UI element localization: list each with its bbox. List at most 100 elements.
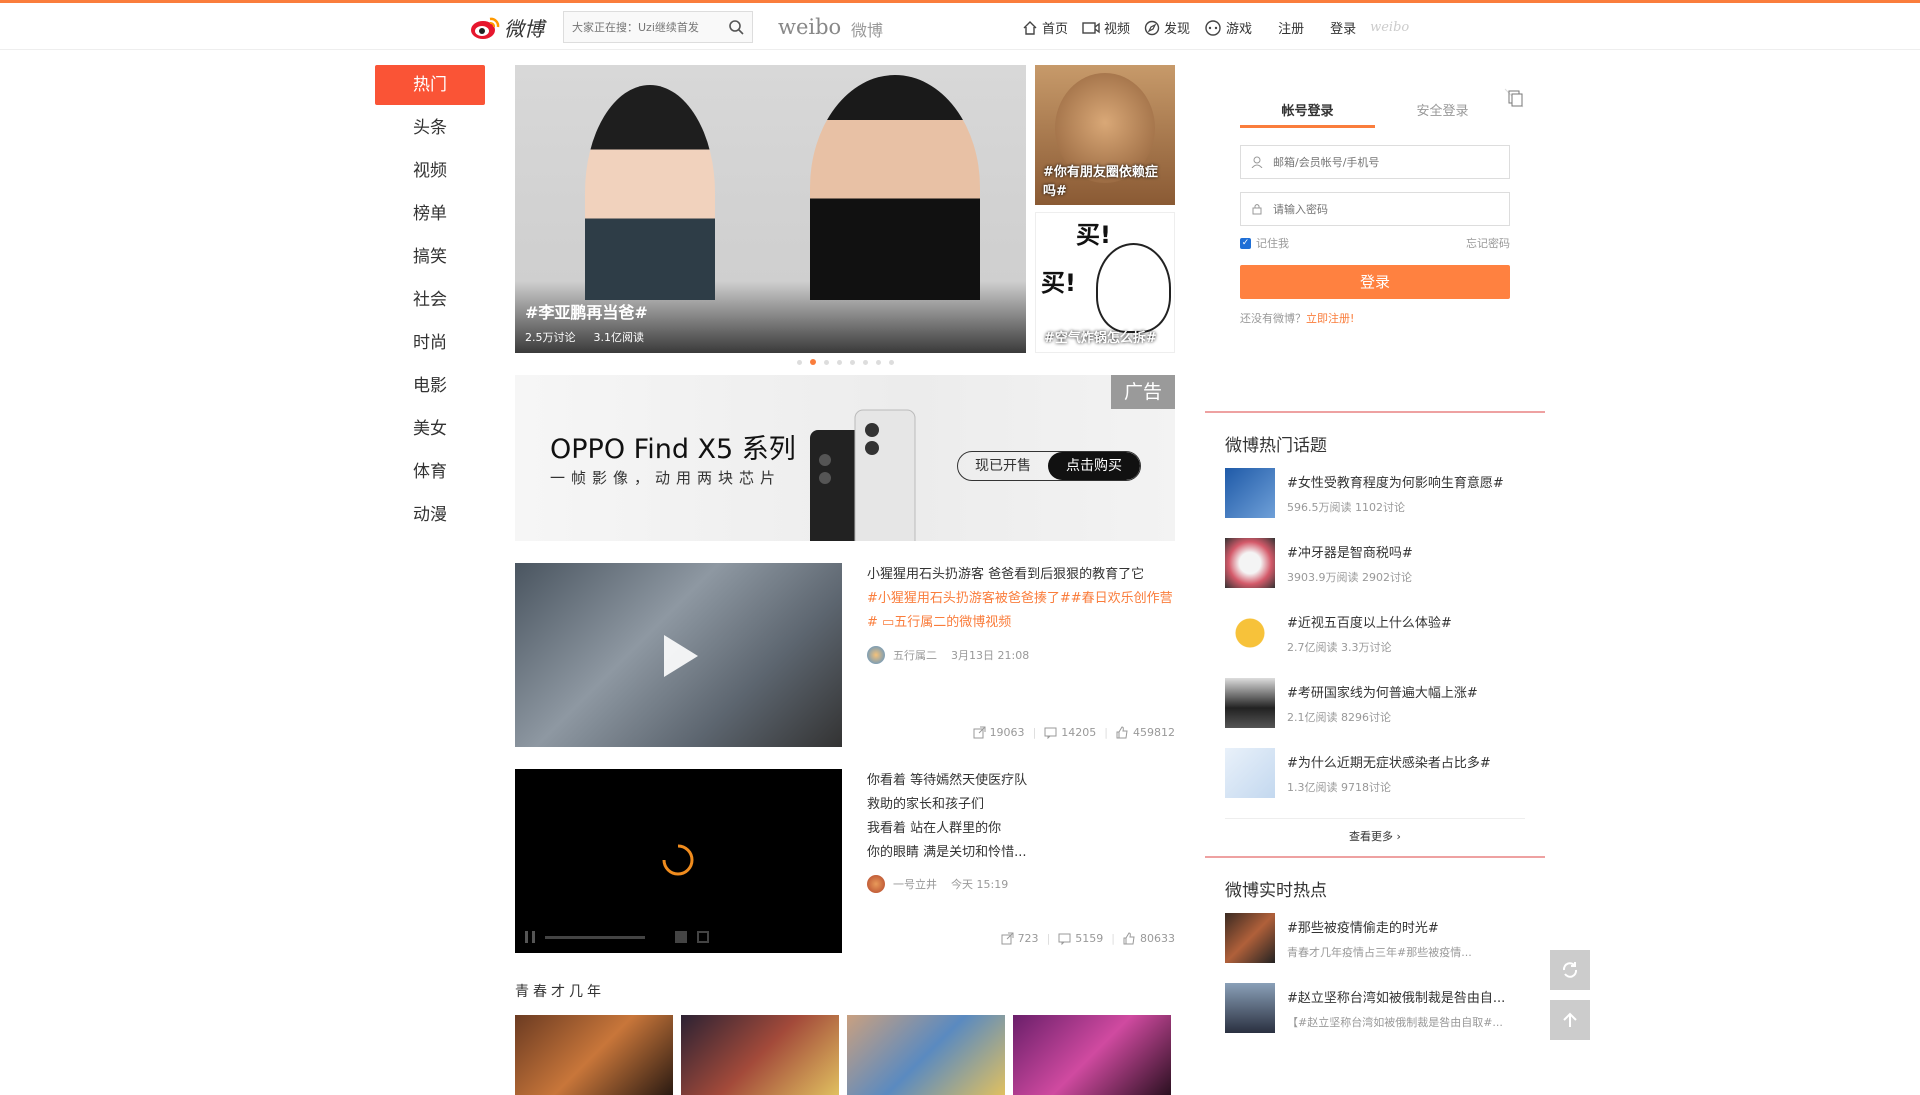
tab-account-login[interactable]: 帐号登录 (1240, 100, 1375, 128)
play-icon[interactable] (660, 633, 700, 679)
hero-main-slide[interactable]: #李亚鹏再当爸# 2.5万讨论 3.1亿阅读 (515, 65, 1026, 353)
topic-title[interactable]: #近视五百度以上什么体验# (1287, 612, 1452, 631)
hero-person-right (810, 75, 980, 300)
like-count: 80633 (1140, 932, 1175, 945)
hot-topic-item[interactable]: #为什么近期无症状感染者占比多# 1.3亿阅读 9718讨论 (1225, 748, 1525, 818)
realtime-item-title[interactable]: #赵立坚称台湾如被俄制裁是咎由自... (1287, 987, 1505, 1006)
category-hot[interactable]: 热门 (375, 65, 485, 105)
forward-count: 19063 (989, 726, 1025, 739)
nav-video[interactable]: 视频 (1082, 18, 1130, 37)
password-input[interactable] (1273, 202, 1493, 216)
nav-home[interactable]: 首页 (1022, 18, 1068, 37)
username-input[interactable] (1273, 155, 1493, 169)
category-funny[interactable]: 搞笑 (375, 237, 485, 280)
hero-side-slide-1[interactable]: #你有朋友圈依赖症吗# (1035, 65, 1175, 205)
comment-stat[interactable]: 5159 (1058, 932, 1103, 945)
carousel-dot[interactable] (862, 359, 868, 365)
gallery-image[interactable] (681, 1015, 839, 1095)
gallery-image[interactable] (1013, 1015, 1171, 1095)
feed-text[interactable]: 小猩猩用石头扔游客 爸爸看到后狠狠的教育了它 #小猩猩用石头扔游客被爸爸揍了##… (867, 563, 1177, 635)
realtime-item[interactable]: #赵立坚称台湾如被俄制裁是咎由自... 【#赵立坚称台湾如被俄制裁是咎由自取#..… (1225, 983, 1525, 1053)
progress-bar[interactable] (545, 935, 645, 939)
realtime-item-title[interactable]: #那些被疫情偷走的时光# (1287, 917, 1472, 936)
video-player[interactable] (515, 769, 842, 953)
password-field[interactable] (1240, 192, 1510, 226)
search-box[interactable] (563, 11, 753, 43)
nav-game[interactable]: 游戏 (1204, 18, 1252, 37)
refresh-button[interactable] (1550, 950, 1590, 990)
tab-secure-login[interactable]: 安全登录 (1375, 100, 1510, 128)
carousel-dot[interactable] (836, 359, 842, 365)
gallery-image[interactable] (847, 1015, 1005, 1095)
login-button[interactable]: 登录 (1240, 265, 1510, 299)
hot-topic-item[interactable]: #女性受教育程度为何影响生育意愿# 596.5万阅读 1102讨论 (1225, 468, 1525, 538)
video-thumbnail[interactable] (515, 563, 842, 747)
carousel-dot[interactable] (875, 359, 881, 365)
carousel-dot[interactable] (796, 359, 802, 365)
view-more-link[interactable]: 查看更多 › (1225, 818, 1525, 856)
login-link[interactable]: 登录 (1330, 18, 1356, 37)
realtime-item[interactable]: #那些被疫情偷走的时光# 青春才几年疫情占三年#那些被疫情... (1225, 913, 1525, 983)
category-sports[interactable]: 体育 (375, 452, 485, 495)
section-divider (1205, 411, 1545, 413)
topic-title[interactable]: #为什么近期无症状感染者占比多# (1287, 752, 1491, 771)
fullscreen-icon[interactable] (697, 931, 709, 943)
hot-topic-item[interactable]: #冲牙器是智商税吗# 3903.9万阅读 2902讨论 (1225, 538, 1525, 608)
register-now-link[interactable]: 立即注册! (1306, 312, 1354, 325)
author-name[interactable]: 一号立井 (893, 876, 937, 892)
username-field[interactable] (1240, 145, 1510, 179)
category-fashion[interactable]: 时尚 (375, 323, 485, 366)
hot-topic-item[interactable]: #考研国家线为何普遍大幅上涨# 2.1亿阅读 8296讨论 (1225, 678, 1525, 748)
ad-buy-button[interactable]: 点击购买 (1048, 452, 1140, 480)
hero-caption[interactable]: #李亚鹏再当爸# (525, 299, 648, 323)
remember-checkbox[interactable]: ✓ (1240, 237, 1251, 249)
category-ranking[interactable]: 榜单 (375, 194, 485, 237)
category-beauty[interactable]: 美女 (375, 409, 485, 452)
qr-code-icon[interactable] (1503, 87, 1525, 109)
topic-title[interactable]: #考研国家线为何普遍大幅上涨# (1287, 682, 1478, 701)
carousel-dot[interactable] (823, 359, 829, 365)
hot-topic-item[interactable]: #近视五百度以上什么体验# 2.7亿阅读 3.3万讨论 (1225, 608, 1525, 678)
search-icon[interactable] (728, 19, 744, 35)
topic-title[interactable]: #冲牙器是智商税吗# (1287, 542, 1413, 561)
remember-me[interactable]: ✓ 记住我 (1240, 235, 1289, 251)
feed-text-tags[interactable]: #小猩猩用石头扔游客被爸爸揍了##春日欢乐创作营# ▭五行属二的微博视频 (867, 587, 1177, 635)
pause-icon[interactable] (525, 931, 535, 943)
volume-icon[interactable] (675, 931, 687, 943)
avatar[interactable] (867, 646, 885, 664)
forgot-password-link[interactable]: 忘记密码 (1466, 235, 1510, 251)
forward-stat[interactable]: 723 (1001, 932, 1039, 945)
like-stat[interactable]: 459812 (1116, 726, 1175, 739)
comment-stat[interactable]: 14205 (1044, 726, 1096, 739)
gallery-image[interactable] (515, 1015, 673, 1095)
comment-icon (1044, 727, 1057, 739)
weibo-logo[interactable]: 微博 (470, 13, 544, 42)
forward-stat[interactable]: 19063 (973, 726, 1025, 739)
topic-thumbnail (1225, 748, 1275, 798)
search-input[interactable] (572, 20, 722, 34)
realtime-title: 微博实时热点 (1225, 881, 1327, 901)
category-headline[interactable]: 头条 (375, 108, 485, 151)
hero-side-slide-2[interactable]: 买! 买! #空气炸锅怎么拆# (1035, 212, 1175, 353)
ad-banner[interactable]: OPPO Find X5 系列 一帧影像，动用两块芯片 现已开售 点击购买 广告 (515, 375, 1175, 541)
topic-title[interactable]: #女性受教育程度为何影响生育意愿# (1287, 472, 1504, 491)
carousel-dot-active[interactable] (809, 359, 816, 365)
back-to-top-button[interactable] (1550, 1000, 1590, 1040)
feed-text[interactable]: 你看着 等待嫣然天使医疗队 救助的家长和孩子们 我看着 站在人群里的你 你的眼睛… (867, 769, 1177, 865)
side2-text-top: 买! (1076, 221, 1111, 249)
ad-subtitle: 一帧影像，动用两块芯片 (550, 469, 782, 487)
top-header: 微博 weibo 微博 首页 视频 发现 游戏 注册 登录 weibo (0, 3, 1920, 50)
feed-author[interactable]: 五行属二 3月13日 21:08 (867, 646, 1029, 664)
carousel-dot[interactable] (849, 359, 855, 365)
register-link[interactable]: 注册 (1278, 18, 1304, 37)
feed-author[interactable]: 一号立井 今天 15:19 (867, 875, 1008, 893)
category-video[interactable]: 视频 (375, 151, 485, 194)
carousel-dot[interactable] (888, 359, 894, 365)
category-movie[interactable]: 电影 (375, 366, 485, 409)
avatar[interactable] (867, 875, 885, 893)
author-name[interactable]: 五行属二 (893, 647, 937, 663)
category-society[interactable]: 社会 (375, 280, 485, 323)
like-stat[interactable]: 80633 (1123, 932, 1175, 945)
nav-discover[interactable]: 发现 (1144, 18, 1190, 37)
category-anime[interactable]: 动漫 (375, 495, 485, 538)
